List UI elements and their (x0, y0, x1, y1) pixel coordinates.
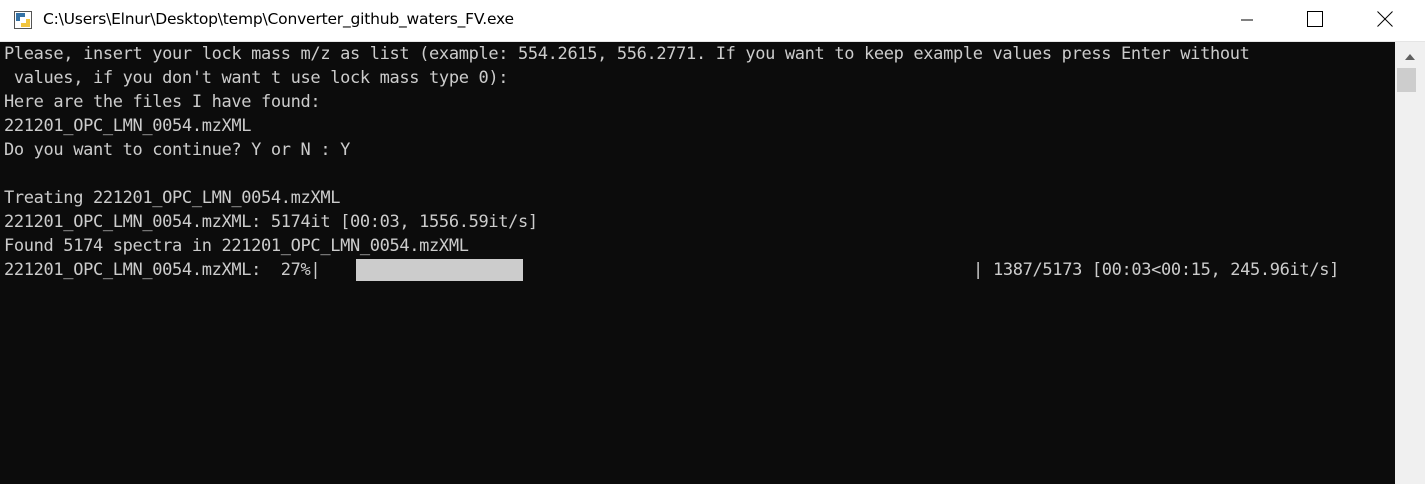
console-line: values, if you don't want t use lock mas… (4, 68, 509, 88)
close-icon (1377, 10, 1393, 31)
console-output[interactable]: Please, insert your lock mass m/z as lis… (0, 42, 1395, 484)
minimize-icon (1241, 11, 1253, 30)
console-line: 221201_OPC_LMN_0054.mzXML (4, 116, 252, 136)
console-line: Do you want to continue? Y or N : Y (4, 140, 350, 160)
console-line: 221201_OPC_LMN_0054.mzXML: 5174it [00:03… (4, 212, 538, 232)
progress-separator: | (973, 260, 984, 280)
title-bar[interactable]: C:\Users\Elnur\Desktop\temp\Converter_gi… (0, 0, 1425, 42)
maximize-icon (1307, 10, 1323, 31)
minimize-button[interactable] (1224, 0, 1270, 41)
maximize-button[interactable] (1292, 0, 1338, 41)
window-title: C:\Users\Elnur\Desktop\temp\Converter_gi… (43, 10, 514, 28)
scroll-up-button[interactable] (1395, 42, 1425, 66)
progress-prefix: 221201_OPC_LMN_0054.mzXML: 27%| (4, 260, 321, 280)
scroll-thumb[interactable] (1397, 68, 1416, 92)
progress-stats: 1387/5173 [00:03<00:15, 245.96it/s] (993, 260, 1339, 280)
scroll-up-arrow-icon (1405, 45, 1415, 64)
close-button[interactable] (1362, 0, 1408, 41)
vertical-scrollbar[interactable] (1395, 42, 1425, 484)
console-line: Please, insert your lock mass m/z as lis… (4, 44, 1250, 64)
console-line: Found 5174 spectra in 221201_OPC_LMN_005… (4, 236, 469, 256)
console-line: Here are the files I have found: (4, 92, 321, 112)
python-icon (14, 11, 32, 29)
console-line: Treating 221201_OPC_LMN_0054.mzXML (4, 188, 341, 208)
progress-bar-fill (356, 259, 523, 281)
